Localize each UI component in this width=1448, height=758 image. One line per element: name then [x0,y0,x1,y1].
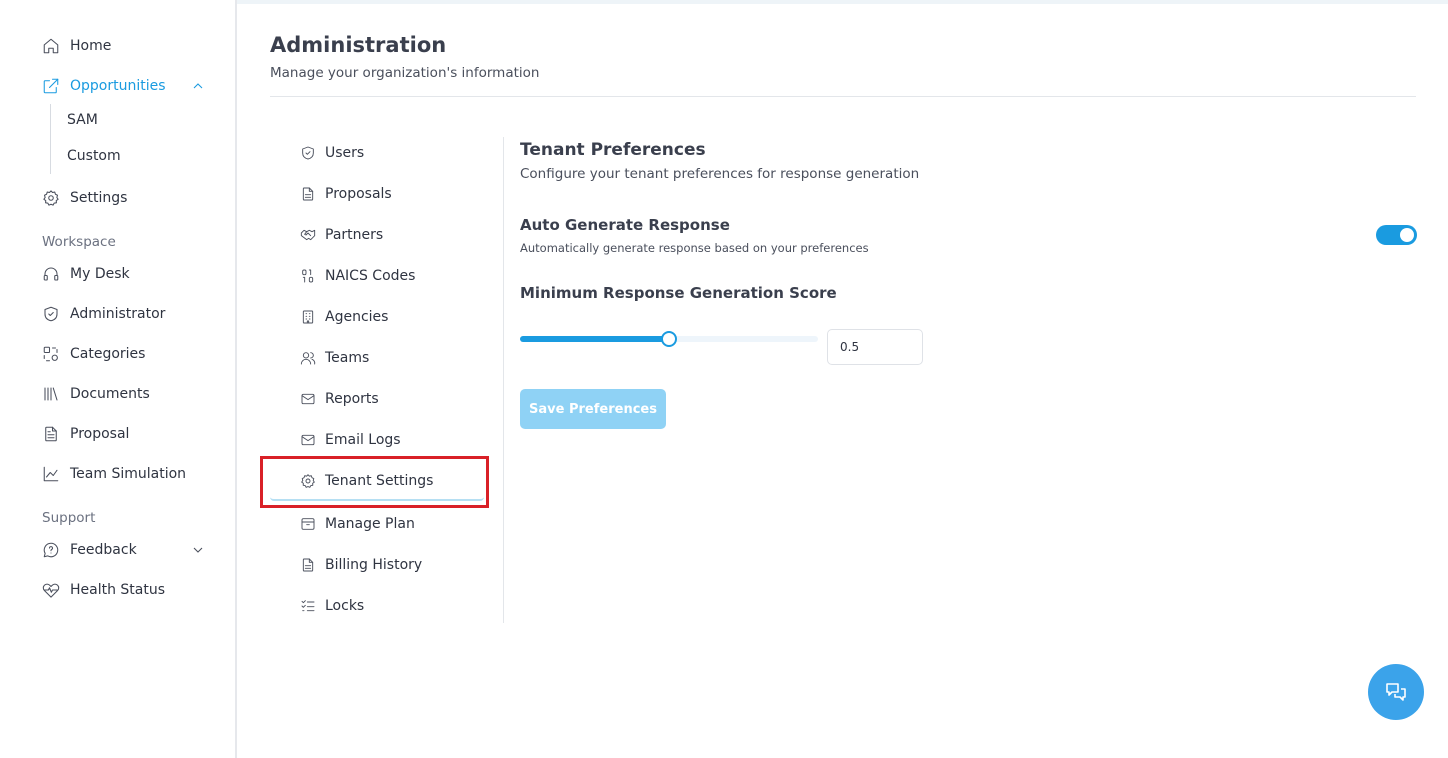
sidebar-item-label: Health Status [70,582,166,598]
heart-pulse-icon [42,583,60,598]
sidebar-item-label: Feedback [70,542,137,558]
sidebar-item-settings[interactable]: Settings [42,186,127,210]
section-label-support: Support [42,510,96,526]
admin-nav-agencies[interactable]: Agencies [300,306,388,328]
admin-nav-label: Agencies [325,309,389,325]
auto-generate-title: Auto Generate Response [520,216,730,234]
active-tab-indicator [270,497,484,501]
sidebar-subitem-custom[interactable]: Custom [67,148,121,164]
admin-nav-label: Locks [325,598,365,614]
admin-nav-reports[interactable]: Reports [300,388,379,410]
sidebar-item-label: Settings [70,190,128,206]
sidebar-item-label: Proposal [70,426,130,442]
file-text-icon [302,187,314,201]
min-score-slider[interactable] [520,331,818,347]
vertical-divider [503,137,504,623]
admin-nav-partners[interactable]: Partners [300,224,383,246]
chevron-up-icon[interactable] [190,78,206,94]
list-checks-icon [301,600,315,612]
admin-nav-label: Users [325,145,365,161]
library-icon [44,387,58,401]
file-text-icon [302,558,314,572]
sidebar-item-my-desk[interactable]: My Desk [42,262,130,286]
admin-nav-label: Proposals [325,186,392,202]
sidebar-item-label: My Desk [70,266,130,282]
gear-icon [301,474,315,488]
section-label-workspace: Workspace [42,234,116,250]
header-divider [270,96,1416,97]
admin-nav-locks[interactable]: Locks [300,595,364,617]
mail-icon [301,393,315,405]
sidebar-item-label: Opportunities [70,78,166,94]
min-score-title: Minimum Response Generation Score [520,284,837,302]
external-link-icon [43,78,59,94]
shield-check-icon [44,306,58,322]
sidebar-item-health-status[interactable]: Health Status [42,578,165,602]
toggle-knob [1400,228,1414,242]
admin-nav-label: Reports [325,391,379,407]
binary-icon [302,269,314,283]
message-question-icon [43,542,59,558]
users-icon [300,352,316,365]
handshake-icon [300,229,316,241]
submenu-guide-line [50,104,51,174]
chat-bubbles-icon [1386,683,1406,701]
admin-nav-tenant-settings[interactable]: Tenant Settings [300,470,433,492]
save-preferences-button[interactable]: Save Preferences [520,389,666,429]
admin-nav-label: Teams [325,350,370,366]
shield-check-icon [302,146,314,160]
categories-icon [43,346,58,362]
sidebar-subitem-sam[interactable]: SAM [67,112,98,128]
auto-generate-description: Automatically generate response based on… [520,241,869,255]
home-icon [43,38,59,54]
admin-nav-label: Email Logs [325,432,401,448]
sidebar-item-feedback[interactable]: Feedback [42,538,137,562]
sidebar-item-label: Administrator [70,306,166,322]
admin-nav-naics-codes[interactable]: NAICS Codes [300,265,415,287]
sidebar-item-home[interactable]: Home [42,34,111,58]
panel-title: Tenant Preferences [520,140,706,160]
sidebar-item-label: Team Simulation [70,466,187,482]
panel-subtitle: Configure your tenant preferences for re… [520,166,920,182]
admin-nav-billing-history[interactable]: Billing History [300,554,422,576]
sidebar-item-label: Home [70,38,112,54]
page-subtitle: Manage your organization's information [270,65,540,81]
admin-nav-label: Billing History [325,557,423,573]
gear-icon [43,190,59,206]
admin-nav-label: NAICS Codes [325,268,416,284]
sidebar-item-proposal[interactable]: Proposal [42,422,129,446]
sidebar-item-label: Categories [70,346,146,362]
admin-nav-label: Tenant Settings [325,473,434,489]
admin-nav-email-logs[interactable]: Email Logs [300,429,401,451]
admin-nav-users[interactable]: Users [300,142,364,164]
sidebar-item-documents[interactable]: Documents [42,382,150,406]
sidebar-item-categories[interactable]: Categories [42,342,145,366]
mail-icon [301,434,315,446]
sidebar-item-label: Documents [70,386,150,402]
chevron-down-icon[interactable] [190,542,206,558]
building-icon [302,310,314,324]
min-score-input[interactable] [827,329,923,365]
auto-generate-toggle[interactable] [1376,225,1417,245]
sidebar-item-opportunities[interactable]: Opportunities [42,74,166,98]
chat-button[interactable] [1368,664,1424,720]
headset-icon [43,267,59,281]
sidebar-item-team-simulation[interactable]: Team Simulation [42,462,186,486]
admin-nav-label: Manage Plan [325,516,415,532]
line-chart-icon [43,466,59,482]
page-title: Administration [270,33,447,57]
archive-icon [301,518,315,530]
admin-nav-teams[interactable]: Teams [300,347,369,369]
file-text-icon [45,426,57,442]
slider-thumb[interactable] [661,331,677,347]
admin-nav-label: Partners [325,227,384,243]
sidebar-item-administrator[interactable]: Administrator [42,302,165,326]
admin-nav-manage-plan[interactable]: Manage Plan [300,513,415,535]
admin-nav-proposals[interactable]: Proposals [300,183,392,205]
sidebar: Home Opportunities SAM Custom Settings W… [0,0,237,758]
slider-fill [520,336,669,342]
